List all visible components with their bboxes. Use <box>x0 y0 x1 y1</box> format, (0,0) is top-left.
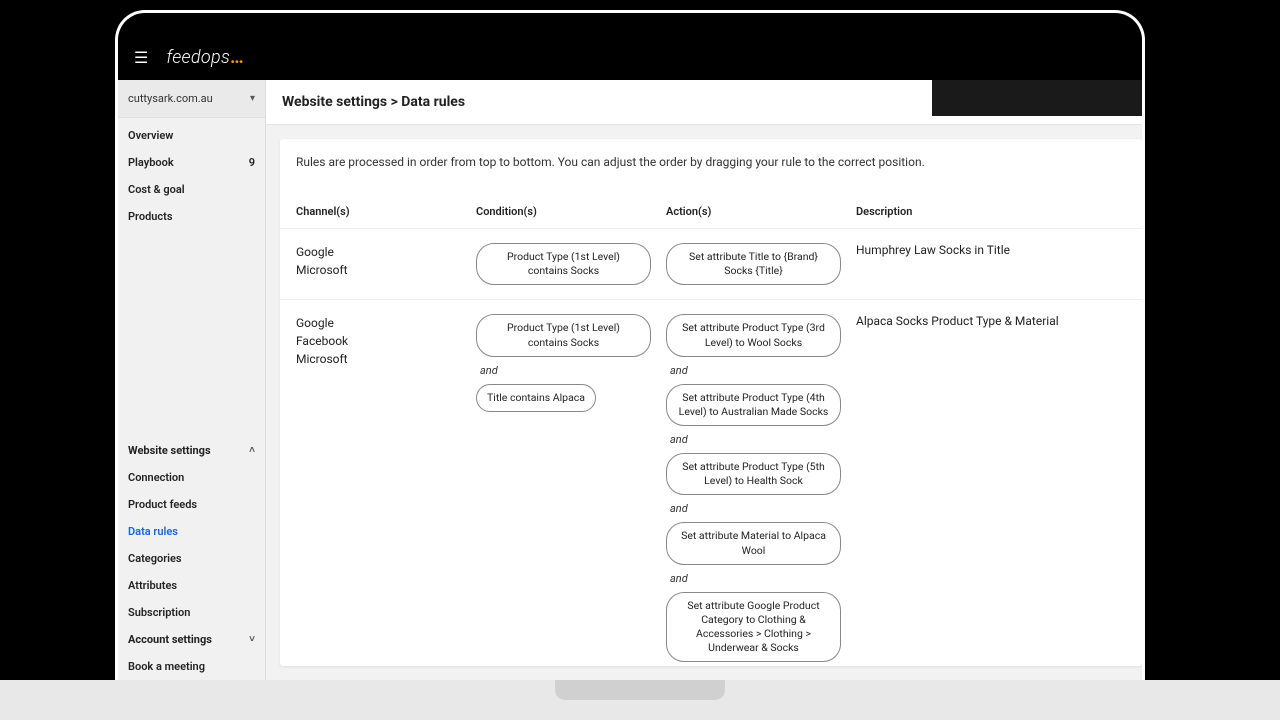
and-label: and <box>666 571 692 586</box>
topbar: ☰ feedops... <box>118 35 1142 80</box>
nav-label: Subscription <box>128 606 190 619</box>
table-header: Channel(s) Condition(s) Action(s) Descri… <box>280 197 1142 229</box>
and-label: and <box>666 501 692 516</box>
sidebar-item-categories[interactable]: Categories <box>118 545 265 572</box>
and-label: and <box>476 363 502 378</box>
site-selector[interactable]: cuttysark.com.au ▾ <box>118 80 265 118</box>
channel: Facebook <box>296 332 476 350</box>
chevron-down-icon: ▾ <box>250 93 255 104</box>
channel: Google <box>296 243 476 261</box>
channel: Google <box>296 314 476 332</box>
description-cell: Alpaca Socks Product Type & Material <box>856 314 1126 328</box>
condition-pill[interactable]: Product Type (1st Level) contains Socks <box>476 243 651 285</box>
action-pill[interactable]: Set attribute Product Type (4th Level) t… <box>666 384 841 426</box>
col-channels: Channel(s) <box>296 205 476 218</box>
nav-label: Attributes <box>128 579 177 592</box>
logo-dots: ... <box>230 47 243 68</box>
info-text: Rules are processed in order from top to… <box>280 139 1142 197</box>
action-pill[interactable]: Set attribute Material to Alpaca Wool <box>666 522 841 564</box>
chevron-up-icon: ˄ <box>249 445 255 456</box>
rules-table: Channel(s) Condition(s) Action(s) Descri… <box>280 197 1142 666</box>
table-row[interactable]: Google Microsoft Product Type (1st Level… <box>280 229 1142 300</box>
channels-cell: Google Microsoft <box>296 243 476 279</box>
sidebar-item-cost-goal[interactable]: Cost & goal <box>118 176 265 203</box>
condition-pill[interactable]: Product Type (1st Level) contains Socks <box>476 314 651 356</box>
sidebar: cuttysark.com.au ▾ Overview Playbook 9 C… <box>118 80 266 680</box>
app-root: ☰ feedops... cuttysark.com.au ▾ Overview <box>118 35 1142 680</box>
sidebar-item-book-meeting[interactable]: Book a meeting <box>118 653 265 680</box>
sidebar-item-subscription[interactable]: Subscription <box>118 599 265 626</box>
sidebar-item-attributes[interactable]: Attributes <box>118 572 265 599</box>
action-pill[interactable]: Set attribute Google Product Category to… <box>666 592 841 663</box>
nav-badge: 9 <box>249 156 255 169</box>
nav-label: Data rules <box>128 525 178 538</box>
action-pill[interactable]: Set attribute Product Type (3rd Level) t… <box>666 314 841 356</box>
rules-card: Rules are processed in order from top to… <box>280 139 1142 666</box>
sidebar-section-account-settings[interactable]: Account settings ˅ <box>118 626 265 653</box>
conditions-cell: Product Type (1st Level) contains Socks … <box>476 314 666 412</box>
channel: Microsoft <box>296 261 476 279</box>
condition-pill[interactable]: Title contains Alpaca <box>476 384 596 412</box>
col-description: Description <box>856 205 1126 218</box>
main-content: Website settings > Data rules Rules are … <box>266 80 1142 680</box>
nav-label: Playbook <box>128 156 174 169</box>
col-actions: Action(s) <box>666 205 856 218</box>
section-label: Account settings <box>128 633 212 646</box>
col-conditions: Condition(s) <box>476 205 666 218</box>
action-pill[interactable]: Set attribute Title to {Brand} Socks {Ti… <box>666 243 841 285</box>
actions-cell: Set attribute Title to {Brand} Socks {Ti… <box>666 243 856 285</box>
hamburger-icon[interactable]: ☰ <box>134 48 148 67</box>
device-frame: ☰ feedops... cuttysark.com.au ▾ Overview <box>115 10 1145 680</box>
nav-label: Connection <box>128 471 184 484</box>
sidebar-item-data-rules[interactable]: Data rules <box>118 518 265 545</box>
nav-label: Products <box>128 210 173 223</box>
sidebar-section-website-settings[interactable]: Website settings ˄ <box>118 437 265 464</box>
sidebar-item-connection[interactable]: Connection <box>118 464 265 491</box>
site-selector-value: cuttysark.com.au <box>128 92 213 105</box>
nav-label: Book a meeting <box>128 660 205 673</box>
nav-label: Overview <box>128 129 173 142</box>
channel: Microsoft <box>296 350 476 368</box>
and-label: and <box>666 363 692 378</box>
chevron-down-icon: ˅ <box>249 634 255 645</box>
nav-top: Overview Playbook 9 Cost & goal Products <box>118 118 265 230</box>
logo-text: feedops <box>166 47 230 68</box>
sidebar-item-playbook[interactable]: Playbook 9 <box>118 149 265 176</box>
actions-cell: Set attribute Product Type (3rd Level) t… <box>666 314 856 662</box>
nav-label: Product feeds <box>128 498 197 511</box>
nav-label: Cost & goal <box>128 183 185 196</box>
content-wrap: Rules are processed in order from top to… <box>266 125 1142 680</box>
sidebar-item-product-feeds[interactable]: Product feeds <box>118 491 265 518</box>
section-label: Website settings <box>128 444 211 457</box>
nav-spacer <box>118 230 265 437</box>
action-pill[interactable]: Set attribute Product Type (5th Level) t… <box>666 453 841 495</box>
channels-cell: Google Facebook Microsoft <box>296 314 476 368</box>
and-label: and <box>666 432 692 447</box>
logo: feedops... <box>166 47 242 68</box>
table-row[interactable]: Google Facebook Microsoft Product Type (… <box>280 300 1142 666</box>
info-prefix: Rules are processed in order from top to… <box>296 155 705 169</box>
sidebar-item-overview[interactable]: Overview <box>118 122 265 149</box>
nav-label: Categories <box>128 552 182 565</box>
app-body: cuttysark.com.au ▾ Overview Playbook 9 C… <box>118 80 1142 680</box>
conditions-cell: Product Type (1st Level) contains Socks <box>476 243 666 285</box>
description-cell: Humphrey Law Socks in Title <box>856 243 1126 257</box>
header-overlay <box>932 80 1142 116</box>
sidebar-item-products[interactable]: Products <box>118 203 265 230</box>
info-action: dragging your rule to the correct positi… <box>705 155 924 169</box>
device-notch <box>555 680 725 700</box>
